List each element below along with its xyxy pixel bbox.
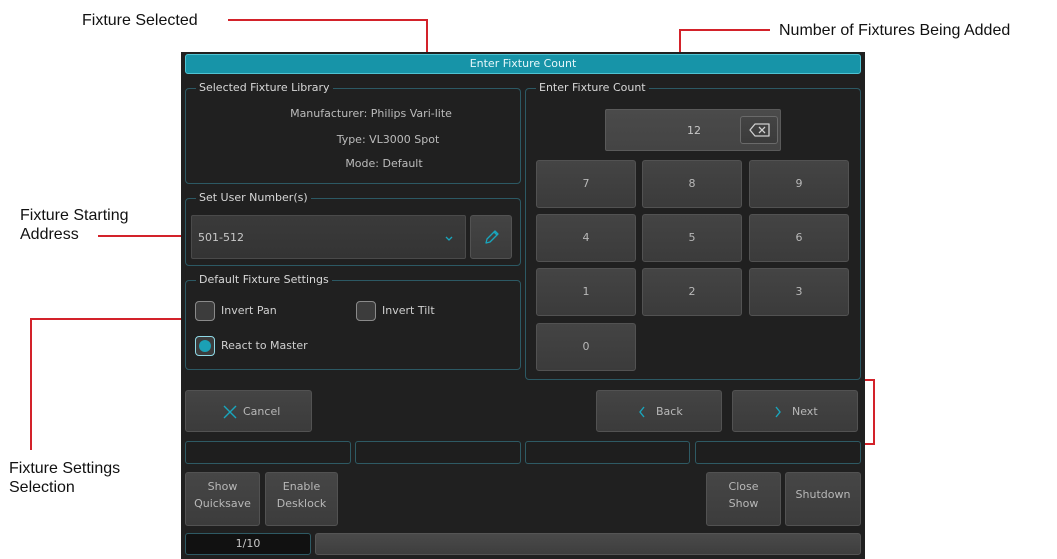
invert-pan-checkbox[interactable] [195,301,215,321]
annotation-start-address: Fixture Starting Address [20,206,128,244]
keypad-key-7[interactable]: 7 [536,160,636,208]
annotation-fixtures-added: Number of Fixtures Being Added [779,22,1011,39]
default-settings-title: Default Fixture Settings [196,273,332,287]
type-text: Type: VL3000 Spot [336,133,440,146]
annotation-line [679,29,770,31]
annotation-start-address-line1: Fixture Starting [20,207,129,224]
default-settings-group: Default Fixture Settings Invert Pan Inve… [185,273,521,370]
fixture-library-group: Selected Fixture Library Manufacturer: P… [185,81,521,184]
invert-tilt-label: Invert Tilt [382,304,435,317]
annotation-line [98,235,188,237]
fixture-library-title: Selected Fixture Library [196,81,333,95]
enable-desklock-line2: Desklock [276,497,327,510]
annotation-fixture-selected: Fixture Selected [82,12,198,29]
next-button[interactable]: Next [732,390,858,432]
close-show-line2: Show [728,497,759,510]
keypad-key-0[interactable]: 0 [536,323,636,371]
fixture-count-dialog: Enter Fixture Count Selected Fixture Lib… [181,52,865,559]
show-quicksave-button[interactable]: Show Quicksave [185,472,260,526]
chevron-down-icon [444,228,454,247]
backspace-icon [749,123,771,140]
cancel-button[interactable]: Cancel [185,390,312,432]
cancel-label: Cancel [243,405,281,418]
invert-tilt-checkbox[interactable] [356,301,376,321]
show-quicksave-line1: Show [207,480,238,493]
keypad-key-4[interactable]: 4 [536,214,636,262]
react-to-master-label: React to Master [221,339,308,352]
keypad-key-5[interactable]: 5 [642,214,742,262]
invert-pan-label: Invert Pan [221,304,277,317]
keypad-key-3[interactable]: 3 [749,268,849,316]
chevron-right-icon [773,405,783,422]
user-number-group: Set User Number(s) 501-512 [185,191,521,266]
status-slot [185,441,351,464]
user-number-select[interactable]: 501-512 [191,215,466,259]
annotation-settings-line1: Fixture Settings [9,460,121,477]
toggle-on-indicator [199,340,211,352]
keypad-key-2[interactable]: 2 [642,268,742,316]
fixture-count-display: 12 [605,109,781,151]
keypad-key-9[interactable]: 9 [749,160,849,208]
annotation-settings: Fixture Settings Selection [9,459,120,497]
status-slot [525,441,690,464]
enable-desklock-button[interactable]: Enable Desklock [265,472,338,526]
back-button[interactable]: Back [596,390,722,432]
enable-desklock-line1: Enable [282,480,321,493]
fixture-count-title: Enter Fixture Count [536,81,649,95]
backspace-button[interactable] [740,116,778,144]
fixture-count-group: Enter Fixture Count 12 7 8 9 4 5 6 1 2 3… [525,81,861,380]
annotation-line [30,318,191,320]
annotation-settings-line2: Selection [9,479,75,496]
show-quicksave-line2: Quicksave [194,497,251,510]
close-show-button[interactable]: Close Show [706,472,781,526]
page-indicator-value: 1/10 [235,537,261,550]
next-label: Next [792,405,818,418]
back-label: Back [656,405,683,418]
close-icon [222,404,238,423]
close-show-line1: Close [728,480,759,493]
shutdown-button[interactable]: Shutdown [785,472,861,526]
fixture-count-value: 12 [687,124,701,137]
chevron-left-icon [637,405,647,422]
react-to-master-toggle[interactable] [195,336,215,356]
user-number-value: 501-512 [198,231,244,244]
status-slot [355,441,521,464]
edit-user-number-button[interactable] [470,215,512,259]
manufacturer-text: Manufacturer: Philips Vari-lite [290,107,452,120]
mode-text: Mode: Default [345,157,423,170]
keypad-key-6[interactable]: 6 [749,214,849,262]
keypad-key-8[interactable]: 8 [642,160,742,208]
keypad-key-1[interactable]: 1 [536,268,636,316]
pencil-icon [483,228,501,249]
annotation-line [228,19,428,21]
shutdown-label: Shutdown [795,488,851,501]
user-number-title: Set User Number(s) [196,191,311,205]
dialog-title: Enter Fixture Count [185,54,861,74]
page-indicator: 1/10 [185,533,311,555]
status-slot [695,441,861,464]
annotation-line [30,318,32,450]
command-line-bar[interactable] [315,533,861,555]
